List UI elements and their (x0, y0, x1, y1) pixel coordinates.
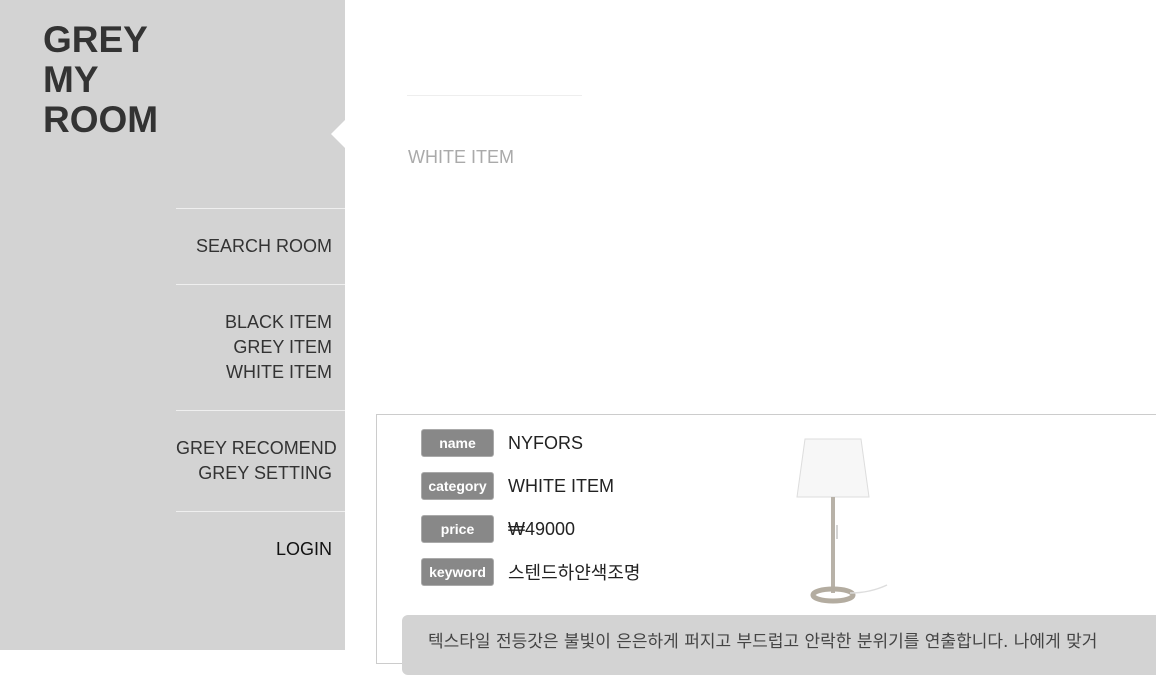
active-pointer (331, 120, 345, 148)
product-card: name NYFORS category WHITE ITEM price ₩4… (376, 414, 1156, 675)
product-keyword: 스텐드하얀색조명 (508, 563, 641, 583)
nav-group-account: LOGIN (176, 511, 345, 562)
nav-group-items: BLACK ITEM GREY ITEM WHITE ITEM (176, 284, 345, 410)
product-description: 텍스타일 전등갓은 불빛이 은은하게 퍼지고 부드럽고 안락한 분위기를 연출합… (402, 615, 1156, 675)
title-divider (407, 95, 582, 96)
nav-white-item[interactable]: WHITE ITEM (176, 360, 332, 385)
product-price-row: price ₩49000 (421, 514, 575, 544)
nav-grey-recomend[interactable]: GREY RECOMEND (176, 436, 337, 461)
product-name: NYFORS (508, 432, 584, 453)
nav-search-room[interactable]: SEARCH ROOM (176, 234, 332, 259)
nav-grey-item[interactable]: GREY ITEM (176, 335, 332, 360)
nav-group-grey: GREY RECOMEND GREY SETTING (176, 410, 345, 511)
keyword-label: keyword (421, 558, 494, 586)
nav-login[interactable]: LOGIN (176, 537, 332, 562)
nav-group-search: SEARCH ROOM (176, 208, 345, 284)
price-label: price (421, 515, 494, 543)
sidebar: GREY MY ROOM SEARCH ROOM BLACK ITEM GREY… (0, 0, 345, 650)
nav-grey-setting[interactable]: GREY SETTING (176, 461, 332, 486)
product-name-row: name NYFORS (421, 428, 583, 458)
logo-line-3: ROOM (43, 99, 159, 140)
category-label: category (421, 472, 494, 500)
logo-line-2: MY (43, 59, 99, 100)
product-category-row: category WHITE ITEM (421, 471, 614, 501)
product-keyword-row: keyword 스텐드하얀색조명 (421, 557, 640, 587)
logo-line-1: GREY (43, 19, 148, 60)
page-title: WHITE ITEM (408, 147, 514, 167)
floor-lamp-icon (796, 438, 888, 604)
sidebar-nav: SEARCH ROOM BLACK ITEM GREY ITEM WHITE I… (176, 208, 345, 562)
product-category: WHITE ITEM (508, 475, 614, 496)
nav-black-item[interactable]: BLACK ITEM (176, 310, 332, 335)
site-logo[interactable]: GREY MY ROOM (43, 20, 158, 140)
name-label: name (421, 429, 494, 457)
product-price: ₩49000 (508, 518, 576, 539)
